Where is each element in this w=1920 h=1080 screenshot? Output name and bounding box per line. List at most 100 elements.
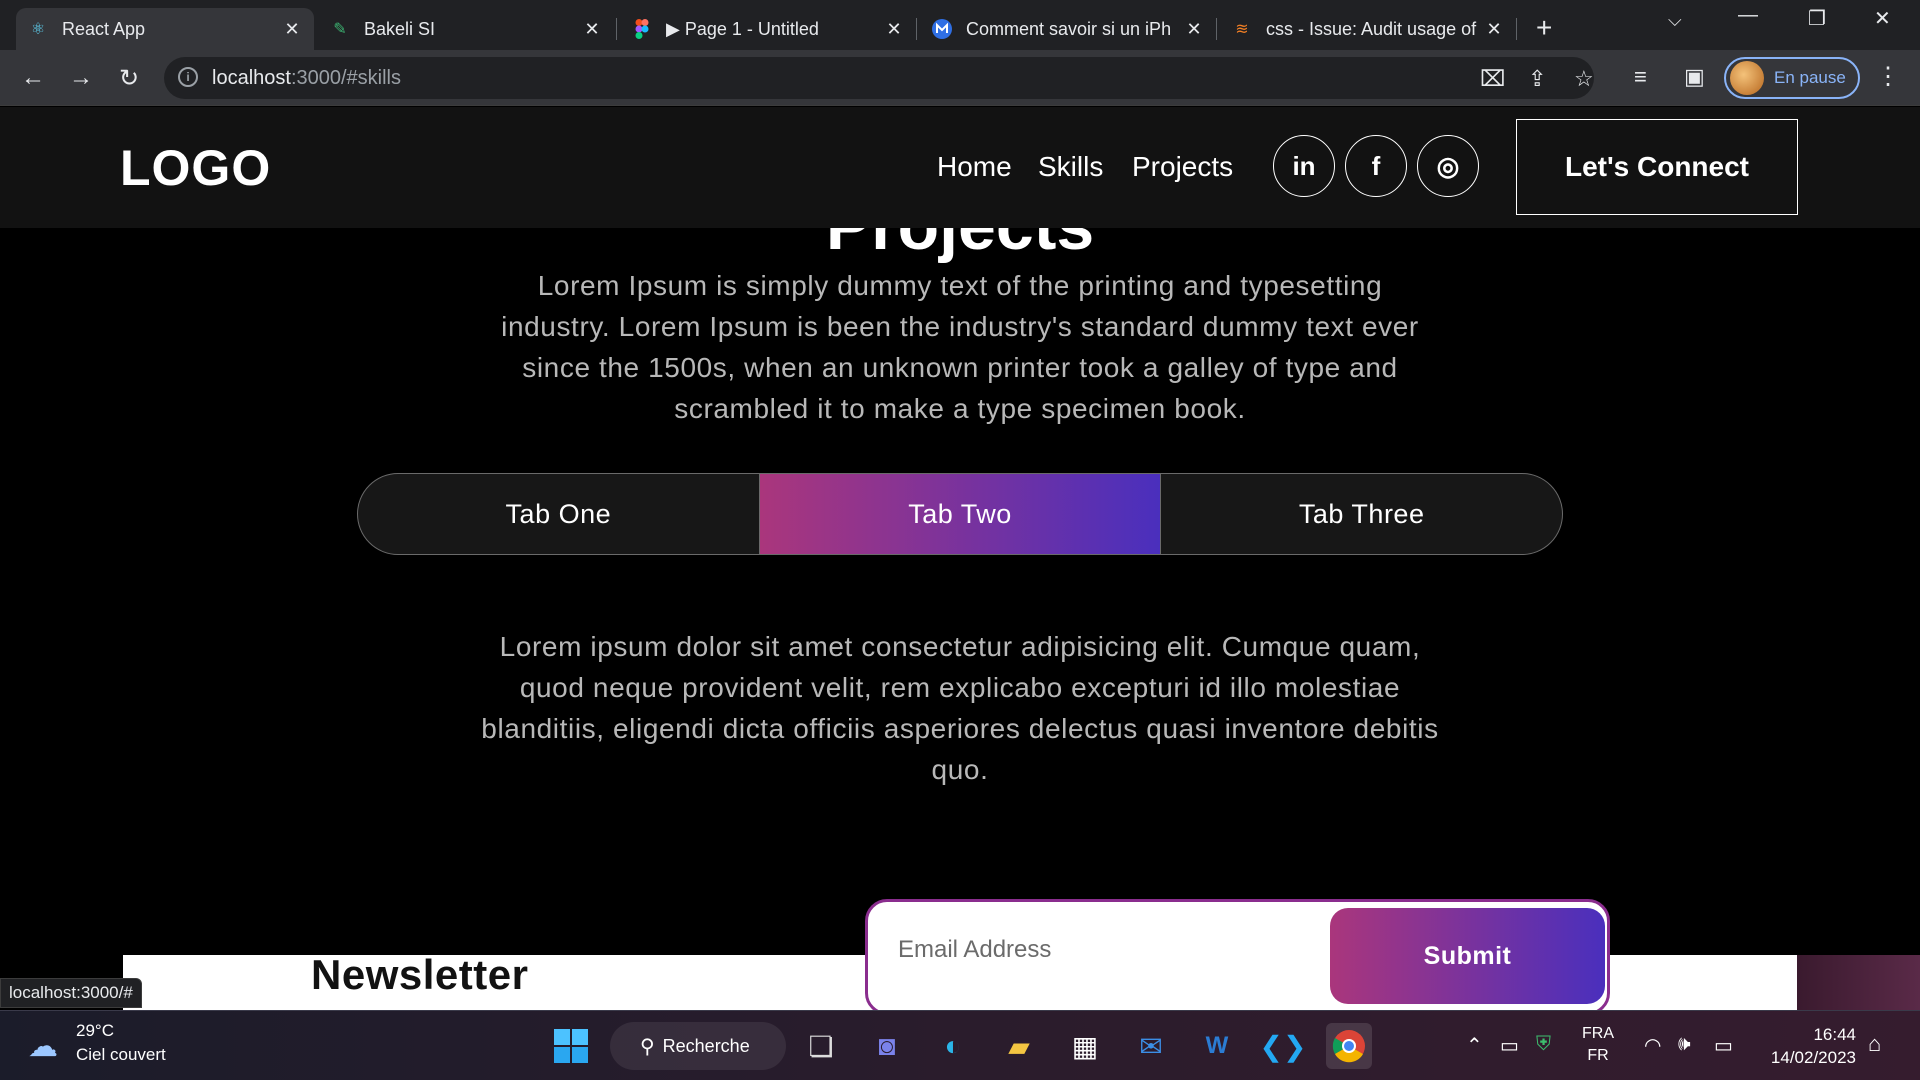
page-viewport: LOGO Home Skills Projects in f ◎ Let's C… [0,107,1920,1010]
side-panel-icon[interactable]: ▣ [1684,64,1705,90]
browser-tab-iphone-article[interactable]: Comment savoir si un iPh ✕ [920,8,1216,50]
volume-icon[interactable]: 🕪 [1678,1033,1691,1056]
tray-chevron-up-icon[interactable]: ⌃ [1466,1033,1483,1058]
site-logo[interactable]: LOGO [120,139,271,197]
weather-description[interactable]: Ciel couvert [76,1045,166,1065]
search-label: Recherche [662,1035,750,1056]
vscode-icon[interactable]: ❮❯ [1260,1023,1307,1069]
new-tab-icon[interactable]: + [1536,12,1552,44]
nav-link-skills[interactable]: Skills [1038,151,1103,183]
language-indicator[interactable]: FRA FR [1582,1023,1614,1067]
tab-content-text: Lorem ipsum dolor sit amet consectetur a… [481,631,1439,785]
tab-separator [616,18,617,40]
close-icon[interactable]: ✕ [1184,19,1204,40]
avatar [1730,61,1764,95]
teams-chat-icon[interactable]: ◙ [864,1023,910,1069]
newsletter-form: Email Address Submit [865,899,1610,1010]
battery-icon[interactable]: ▭ [1714,1033,1733,1058]
nav-link-projects[interactable]: Projects [1132,151,1233,183]
close-icon[interactable]: ✕ [884,19,904,40]
tab-search-chevron-icon[interactable]: ⌵ [1668,10,1682,31]
mail-icon[interactable]: ✉ [1128,1023,1174,1069]
tab-separator [916,18,917,40]
forward-arrow-icon[interactable]: → [66,64,96,92]
system-clock[interactable]: 16:44 14/02/2023 [1762,1023,1856,1069]
taskbar-search[interactable]: ⚲ Recherche [610,1022,786,1070]
defender-shield-icon[interactable]: ⛨ [1536,1033,1551,1056]
tab-one[interactable]: Tab One [358,474,759,554]
tab-title: Comment savoir si un iPh [966,18,1172,39]
tab-separator [1516,18,1517,40]
lets-connect-button[interactable]: Let's Connect [1516,119,1798,215]
url-path: :3000/#skills [290,67,401,89]
weather-temperature[interactable]: 29°C [76,1021,114,1041]
word-icon[interactable]: W [1194,1023,1240,1069]
section-intro-text: Lorem Ipsum is simply dummy text of the … [501,270,1419,424]
nav-link-home[interactable]: Home [937,151,1012,183]
browser-tab-stackoverflow[interactable]: ≋ css - Issue: Audit usage of ✕ [1220,8,1516,50]
windows-start-icon[interactable] [548,1023,594,1069]
email-field[interactable]: Email Address [898,936,1051,964]
browser-tab-bakeli[interactable]: ✎ Bakeli SI ✕ [318,8,614,50]
microsoft-store-icon[interactable]: ▦ [1062,1023,1108,1069]
reload-icon[interactable]: ↻ [114,64,144,93]
close-icon[interactable]: ✕ [282,19,302,40]
notification-icon[interactable]: ⌂ [1868,1031,1881,1057]
tab-title: css - Issue: Audit usage of [1266,18,1477,39]
chrome-icon[interactable] [1326,1023,1372,1069]
tab-three[interactable]: Tab Three [1160,474,1562,554]
edge-icon[interactable]: ◐ [930,1023,976,1069]
browser-menu-icon[interactable]: ⋮ [1876,62,1900,91]
clock-time: 16:44 [1813,1025,1856,1044]
bakeli-icon: ✎ [333,21,347,38]
stackoverflow-icon: ≋ [1235,21,1249,38]
tab-separator [1216,18,1217,40]
restore-icon[interactable]: ❐ [1808,6,1826,31]
browser-toolbar: ← → ↻ i localhost:3000/#skills ⌧ ⇪ ☆ ≡ ▣… [0,50,1920,106]
back-arrow-icon[interactable]: ← [18,64,48,92]
profile-status-label: En pause [1774,68,1846,87]
task-view-icon[interactable]: ❏ [798,1023,844,1069]
url-host: localhost [212,67,291,89]
linkedin-icon[interactable]: in [1273,135,1335,197]
file-explorer-icon[interactable]: ▰ [996,1023,1042,1069]
media-queue-icon[interactable]: ≡ [1634,64,1647,90]
address-url[interactable]: localhost:3000/#skills [212,67,401,90]
newsletter-title: Newsletter [311,951,529,998]
tray-device-icon[interactable]: ▭ [1500,1033,1519,1058]
minimize-icon[interactable]: — [1738,4,1758,27]
language-code: FRA [1582,1025,1614,1042]
windows-taskbar: ☁ 29°C Ciel couvert ⚲ Recherche ❏ ◙ ◐ ▰ … [0,1010,1920,1080]
figma-icon [632,19,652,39]
browser-tab-figma[interactable]: ▶ Page 1 - Untitled ✕ [620,8,916,50]
tab-title: ▶ Page 1 - Untitled [666,18,819,39]
facebook-icon[interactable]: f [1345,135,1407,197]
close-icon[interactable]: ✕ [1484,19,1504,40]
wifi-icon[interactable]: ◠ [1644,1033,1661,1058]
status-bar-url: localhost:3000/# [0,978,142,1008]
footer-background [1797,955,1920,1010]
window-close-icon[interactable]: ✕ [1874,6,1891,31]
keyboard-layout: FR [1587,1047,1609,1064]
tab-title: React App [62,18,146,39]
tab-two[interactable]: Tab Two [758,474,1161,554]
site-navbar: LOGO Home Skills Projects in f ◎ Let's C… [0,107,1920,228]
react-icon: ⚛ [30,21,46,38]
submit-button[interactable]: Submit [1330,908,1605,1004]
profile-button[interactable]: En pause [1724,57,1860,99]
site-info-icon[interactable]: i [178,67,198,87]
bookmark-star-icon[interactable]: ☆ [1574,66,1594,92]
close-icon[interactable]: ✕ [582,19,602,40]
browser-tab-strip: ⚛ React App ✕ ✎ Bakeli SI ✕ ▶ Page 1 - U… [0,0,1920,50]
search-icon: ⚲ [640,1035,655,1058]
instagram-icon[interactable]: ◎ [1417,135,1479,197]
project-tabs: Tab One Tab Two Tab Three [357,473,1563,555]
translate-icon[interactable]: ⌧ [1480,66,1505,92]
tab-title: Bakeli SI [364,18,436,39]
malwarebytes-icon [932,19,952,39]
address-bar[interactable]: i localhost:3000/#skills ⌧ ⇪ ☆ [164,57,1594,99]
weather-cloud-icon[interactable]: ☁ [28,1029,58,1064]
browser-tab-react-app[interactable]: ⚛ React App ✕ [16,8,314,50]
share-icon[interactable]: ⇪ [1528,66,1546,92]
clock-date: 14/02/2023 [1770,1048,1856,1067]
